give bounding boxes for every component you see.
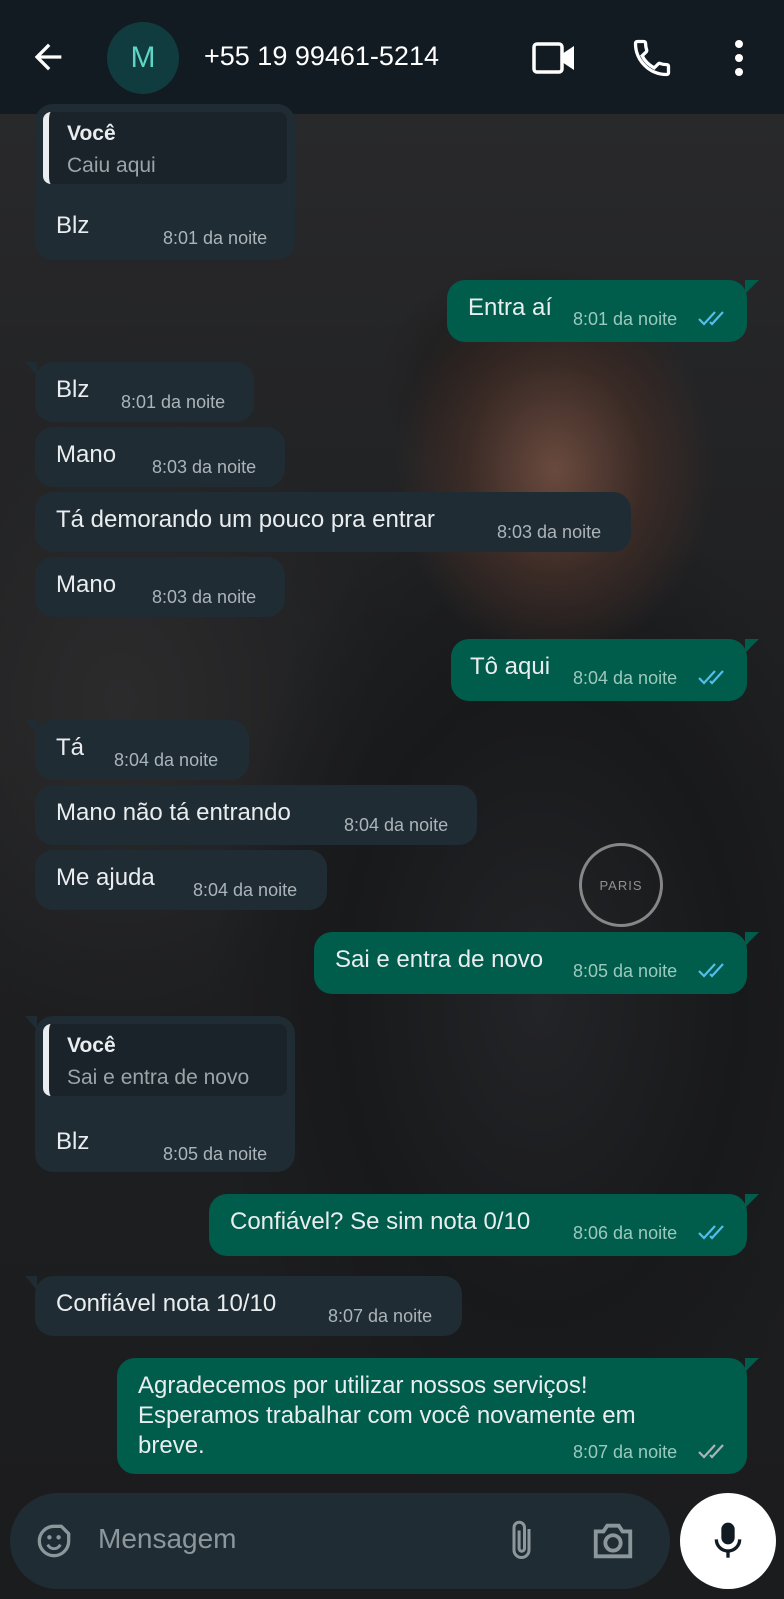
message-text: Sai e entra de novo — [335, 946, 544, 973]
message-time: 8:07 da noite — [573, 1442, 678, 1462]
delivered-ticks-icon — [698, 1444, 724, 1459]
contact-avatar[interactable]: M — [107, 22, 179, 94]
message-text: Blz — [56, 376, 90, 403]
message-text: Confiável nota 10/10 — [56, 1290, 277, 1317]
message-outgoing[interactable]: Tô aqui 8:04 da noite — [451, 639, 759, 701]
message-incoming[interactable]: Mano 8:03 da noite — [35, 427, 285, 487]
read-ticks-icon — [698, 670, 724, 685]
read-ticks-icon — [698, 1225, 724, 1240]
message-time: 8:01 da noite — [573, 309, 678, 329]
contact-name[interactable]: +55 19 99461-5214 — [204, 41, 439, 72]
message-time: 8:03 da noite — [497, 522, 602, 542]
message-input[interactable]: Mensagem — [98, 1523, 237, 1555]
camera-icon[interactable] — [590, 1519, 636, 1563]
message-time: 8:03 da noite — [152, 457, 257, 477]
mic-icon — [714, 1522, 742, 1558]
message-incoming[interactable]: Confiável nota 10/10 8:07 da noite — [25, 1276, 462, 1336]
message-incoming[interactable]: Blz 8:01 da noite — [25, 362, 254, 422]
message-text: Mano não tá entrando — [56, 799, 291, 826]
message-time: 8:04 da noite — [344, 815, 449, 835]
message-incoming[interactable]: Você Sai e entra de novo Blz 8:05 da noi… — [25, 1016, 295, 1172]
message-incoming[interactable]: Mano não tá entrando 8:04 da noite — [35, 785, 477, 845]
attach-icon[interactable] — [505, 1517, 541, 1565]
message-time: 8:04 da noite — [114, 750, 219, 770]
mic-button[interactable] — [680, 1493, 776, 1589]
message-incoming[interactable]: Você Caiu aqui Blz 8:01 da noite — [35, 104, 295, 260]
message-text: Tá demorando um pouco pra entrar — [56, 506, 435, 533]
message-time: 8:01 da noite — [121, 392, 226, 412]
message-text-line: Agradecemos por utilizar nossos serviços… — [138, 1372, 588, 1399]
message-text: Entra aí — [468, 294, 553, 321]
message-time: 8:01 da noite — [163, 228, 268, 248]
quoted-text: Sai e entra de novo — [67, 1066, 250, 1089]
quoted-text: Caiu aqui — [67, 154, 156, 177]
message-incoming[interactable]: Tá 8:04 da noite — [25, 720, 249, 780]
message-time: 8:06 da noite — [573, 1223, 678, 1243]
message-outgoing[interactable]: Sai e entra de novo 8:05 da noite — [314, 932, 759, 994]
quoted-message[interactable]: Você Caiu aqui — [43, 112, 287, 184]
message-time: 8:05 da noite — [163, 1144, 268, 1164]
message-incoming[interactable]: Tá demorando um pouco pra entrar 8:03 da… — [35, 492, 631, 552]
message-time: 8:04 da noite — [193, 880, 298, 900]
message-time: 8:07 da noite — [328, 1306, 433, 1326]
message-text: Mano — [56, 571, 117, 598]
wallpaper-crest: PARIS — [579, 843, 663, 927]
message-text: Mano — [56, 441, 117, 468]
read-ticks-icon — [698, 963, 724, 978]
back-arrow-icon[interactable] — [28, 37, 68, 77]
message-text: Tá — [56, 734, 85, 761]
message-time: 8:05 da noite — [573, 961, 678, 981]
message-text: Confiável? Se sim nota 0/10 — [230, 1208, 531, 1235]
message-text: Blz — [56, 1128, 90, 1155]
message-text: Tô aqui — [470, 653, 551, 680]
message-text: Me ajuda — [56, 864, 155, 891]
message-text: Blz — [56, 212, 90, 239]
chat-header: M +55 19 99461-5214 — [0, 0, 784, 114]
more-options-icon[interactable] — [724, 36, 754, 80]
message-text-line: Esperamos trabalhar com você novamente e… — [138, 1402, 636, 1429]
read-ticks-icon — [698, 311, 724, 326]
message-text-line: breve. — [138, 1432, 205, 1459]
message-outgoing[interactable]: Entra aí 8:01 da noite — [447, 280, 759, 342]
message-incoming[interactable]: Me ajuda 8:04 da noite — [35, 850, 327, 910]
quoted-author: Você — [67, 122, 116, 145]
quoted-author: Você — [67, 1034, 116, 1057]
message-outgoing[interactable]: Confiável? Se sim nota 0/10 8:06 da noit… — [209, 1194, 759, 1256]
phone-icon[interactable] — [630, 36, 674, 80]
message-incoming[interactable]: Mano 8:03 da noite — [35, 557, 285, 617]
message-outgoing[interactable]: Agradecemos por utilizar nossos serviços… — [117, 1358, 759, 1474]
message-time: 8:03 da noite — [152, 587, 257, 607]
video-call-icon[interactable] — [532, 40, 576, 76]
quoted-message[interactable]: Você Sai e entra de novo — [43, 1024, 287, 1096]
message-time: 8:04 da noite — [573, 668, 678, 688]
sticker-icon[interactable] — [32, 1519, 76, 1563]
message-composer: Mensagem — [10, 1493, 670, 1589]
